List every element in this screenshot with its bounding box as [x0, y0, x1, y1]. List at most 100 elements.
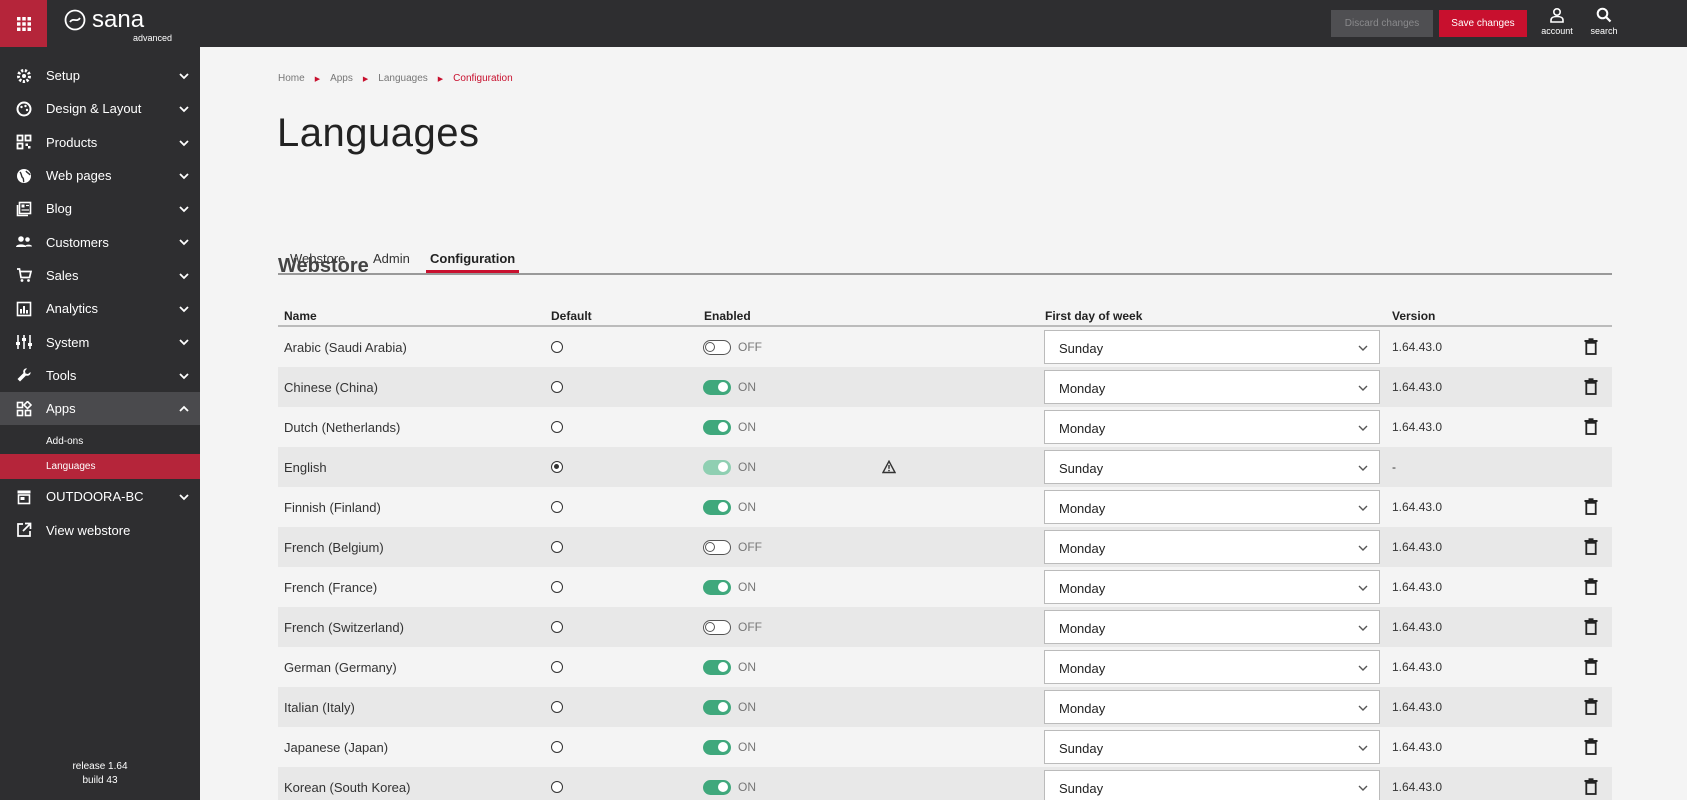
sidebar-item-design-layout[interactable]: Design & Layout [0, 92, 200, 125]
enabled-toggle[interactable] [703, 380, 731, 395]
enabled-toggle[interactable] [703, 340, 731, 355]
trash-icon[interactable] [1584, 498, 1598, 515]
first-day-select[interactable]: Monday [1044, 610, 1380, 644]
default-radio[interactable] [551, 581, 563, 593]
column-header-name: Name [284, 309, 317, 323]
breadcrumb-languages[interactable]: Languages [378, 73, 428, 84]
trash-icon[interactable] [1584, 698, 1598, 715]
default-radio[interactable] [551, 781, 563, 793]
enabled-toggle[interactable] [703, 780, 731, 795]
sidebar-item-label: Customers [46, 234, 109, 250]
first-day-select[interactable]: Sunday [1044, 730, 1380, 764]
first-day-value: Monday [1059, 421, 1106, 436]
sidebar-item-view-webstore[interactable]: View webstore [0, 514, 200, 547]
first-day-value: Sunday [1059, 461, 1104, 476]
first-day-select[interactable]: Sunday [1044, 450, 1380, 484]
user-icon [1550, 7, 1564, 23]
enabled-label: ON [738, 420, 756, 434]
enabled-label: ON [738, 700, 756, 714]
sidebar-item-analytics[interactable]: Analytics [0, 292, 200, 325]
default-radio[interactable] [551, 701, 563, 713]
default-radio[interactable] [551, 741, 563, 753]
sidebar-item-products[interactable]: Products [0, 126, 200, 159]
enabled-toggle[interactable] [703, 540, 731, 555]
sidebar-item-setup[interactable]: Setup [0, 59, 200, 92]
sidebar-item-customers[interactable]: Customers [0, 225, 200, 258]
sidebar-item-system[interactable]: System [0, 325, 200, 358]
trash-icon[interactable] [1584, 578, 1598, 595]
default-radio[interactable] [551, 621, 563, 633]
enabled-toggle[interactable] [703, 740, 731, 755]
first-day-select[interactable]: Monday [1044, 570, 1380, 604]
trash-icon[interactable] [1584, 738, 1598, 755]
enabled-toggle[interactable] [703, 420, 731, 435]
trash-icon[interactable] [1584, 658, 1598, 675]
trash-icon[interactable] [1584, 338, 1598, 355]
sidebar-item-apps[interactable]: Apps [0, 391, 200, 426]
enabled-toggle[interactable] [703, 660, 731, 675]
chevron-down-icon [1358, 465, 1368, 471]
first-day-value: Monday [1059, 701, 1106, 716]
search-button[interactable]: search [1582, 7, 1626, 36]
language-name: Finnish (Finland) [284, 500, 381, 515]
sidebar-item-tools[interactable]: Tools [0, 359, 200, 392]
chevron-down-icon [179, 306, 189, 313]
language-name: Korean (South Korea) [284, 780, 411, 795]
tab-configuration[interactable]: Configuration [426, 251, 520, 273]
app-grid-button[interactable] [0, 0, 47, 47]
default-radio[interactable] [551, 341, 563, 353]
default-radio[interactable] [551, 461, 563, 473]
sidebar-item-label: Design & Layout [46, 101, 142, 117]
trash-icon[interactable] [1584, 618, 1598, 635]
enabled-label: ON [738, 780, 756, 794]
sidebar-item-blog[interactable]: Blog [0, 192, 200, 225]
trash-icon[interactable] [1584, 418, 1598, 435]
news-icon [15, 200, 33, 218]
first-day-select[interactable]: Monday [1044, 490, 1380, 524]
version: 1.64.43.0 [1392, 660, 1443, 674]
default-radio[interactable] [551, 541, 563, 553]
sidebar-item-outdoora-bc[interactable]: OUTDOORA-BC [0, 480, 200, 513]
trash-icon[interactable] [1584, 378, 1598, 395]
enabled-toggle[interactable] [703, 620, 731, 635]
first-day-select[interactable]: Monday [1044, 370, 1380, 404]
language-name: French (Switzerland) [284, 620, 404, 635]
enabled-toggle[interactable] [703, 700, 731, 715]
sidebar-subitem-languages[interactable]: Languages [0, 454, 200, 480]
first-day-select[interactable]: Sunday [1044, 330, 1380, 364]
account-button[interactable]: account [1535, 7, 1579, 36]
default-radio[interactable] [551, 661, 563, 673]
enabled-toggle[interactable] [703, 500, 731, 515]
discard-changes-button[interactable]: Discard changes [1331, 10, 1433, 37]
table-header: Name Default Enabled First day of week V… [278, 301, 1612, 327]
default-radio[interactable] [551, 421, 563, 433]
first-day-select[interactable]: Monday [1044, 690, 1380, 724]
grid-icon [16, 16, 31, 31]
column-header-first-day: First day of week [1045, 309, 1143, 323]
wrench-icon [15, 366, 33, 384]
trash-icon[interactable] [1584, 538, 1598, 555]
breadcrumb-home[interactable]: Home [278, 73, 305, 84]
version: 1.64.43.0 [1392, 620, 1443, 634]
trash-icon[interactable] [1584, 778, 1598, 795]
table-row: French (France) ON Monday 1.64.43.0 [278, 567, 1612, 607]
sana-logo[interactable]: sana advanced [64, 8, 172, 43]
first-day-select[interactable]: Monday [1044, 530, 1380, 564]
first-day-select[interactable]: Monday [1044, 650, 1380, 684]
default-radio[interactable] [551, 381, 563, 393]
enabled-label: OFF [738, 340, 762, 354]
first-day-select[interactable]: Monday [1044, 410, 1380, 444]
default-radio[interactable] [551, 501, 563, 513]
breadcrumb-apps[interactable]: Apps [330, 73, 353, 84]
enabled-toggle[interactable] [703, 580, 731, 595]
save-changes-button[interactable]: Save changes [1439, 10, 1527, 37]
tab-admin[interactable]: Admin [369, 251, 414, 270]
sidebar-subitem-add-ons[interactable]: Add-ons [0, 429, 200, 454]
chevron-down-icon [1358, 385, 1368, 391]
sidebar-item-label: Setup [46, 68, 80, 84]
sidebar-item-web-pages[interactable]: Web pages [0, 159, 200, 192]
chevron-up-icon [179, 405, 189, 412]
apps-icon [15, 400, 33, 418]
sidebar-item-sales[interactable]: Sales [0, 259, 200, 292]
first-day-select[interactable]: Sunday [1044, 770, 1380, 800]
